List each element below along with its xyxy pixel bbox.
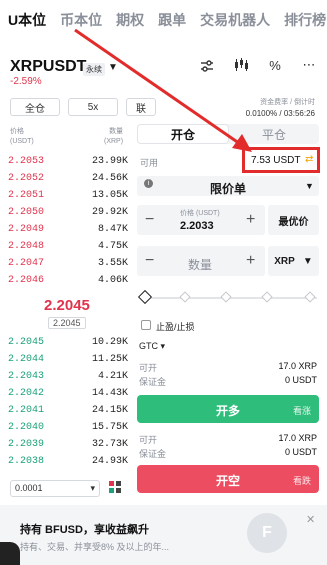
banner-subtitle: 持有、交易、并享受8% 及以上的年... [20,542,170,552]
banner-title: 持有 BFUSD，享收益飙升 [20,524,149,536]
bfusd-icon: F [247,513,287,553]
annotation-arrow [74,28,252,152]
floating-widget[interactable] [0,542,20,565]
close-icon[interactable]: ✕ [306,513,315,526]
